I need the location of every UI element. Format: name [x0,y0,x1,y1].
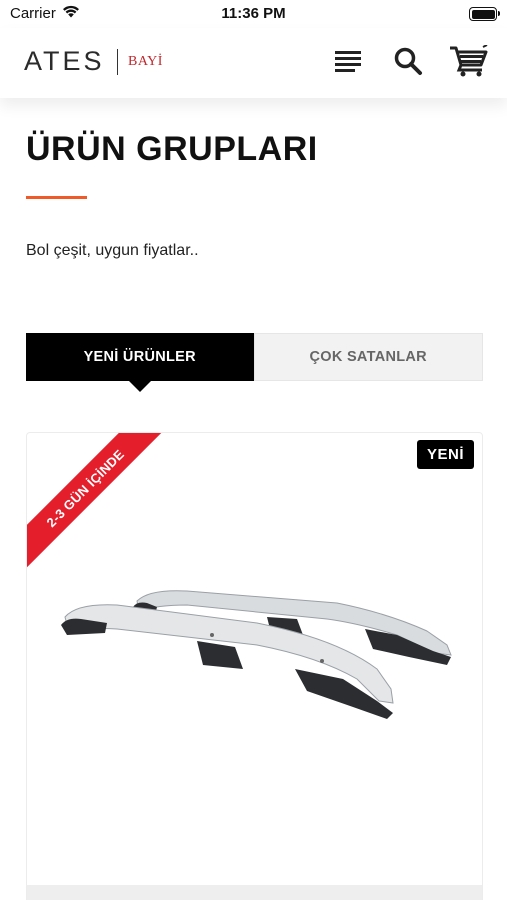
page-subtitle: Bol çeşit, uygun fiyatlar.. [26,242,199,259]
battery-icon [469,7,500,21]
search-icon[interactable] [391,44,425,78]
logo-divider [116,48,119,75]
tab-new-products[interactable]: YENİ ÜRÜNLER [26,333,254,392]
top-navbar: ATES BAYİ [0,28,507,98]
tab-label: YENİ ÜRÜNLER [83,349,196,365]
product-card[interactable]: 2-3 GÜN İÇİNDE YENİ [26,432,483,900]
tab-label: ÇOK SATANLAR [309,349,427,365]
product-tabs: YENİ ÜRÜNLER ÇOK SATANLAR [26,333,483,392]
logo-text: ATES [24,46,105,76]
cart-icon[interactable] [449,44,489,78]
tab-best-sellers[interactable]: ÇOK SATANLAR [253,333,483,381]
menu-icon[interactable] [331,44,365,78]
title-underline [26,196,87,199]
card-footer [27,885,482,900]
status-bar: Carrier 11:36 PM [0,0,507,28]
delivery-ribbon-label: 2-3 GÜN İÇİNDE [27,433,167,570]
product-image[interactable] [57,573,457,753]
new-badge: YENİ [416,440,474,469]
clock: 11:36 PM [221,5,286,22]
page-title: ÜRÜN GRUPLARI [26,130,318,168]
delivery-ribbon: 2-3 GÜN İÇİNDE [27,433,177,583]
logo-subtext: BAYİ [128,53,163,69]
brand-logo[interactable]: ATES BAYİ [24,48,163,75]
